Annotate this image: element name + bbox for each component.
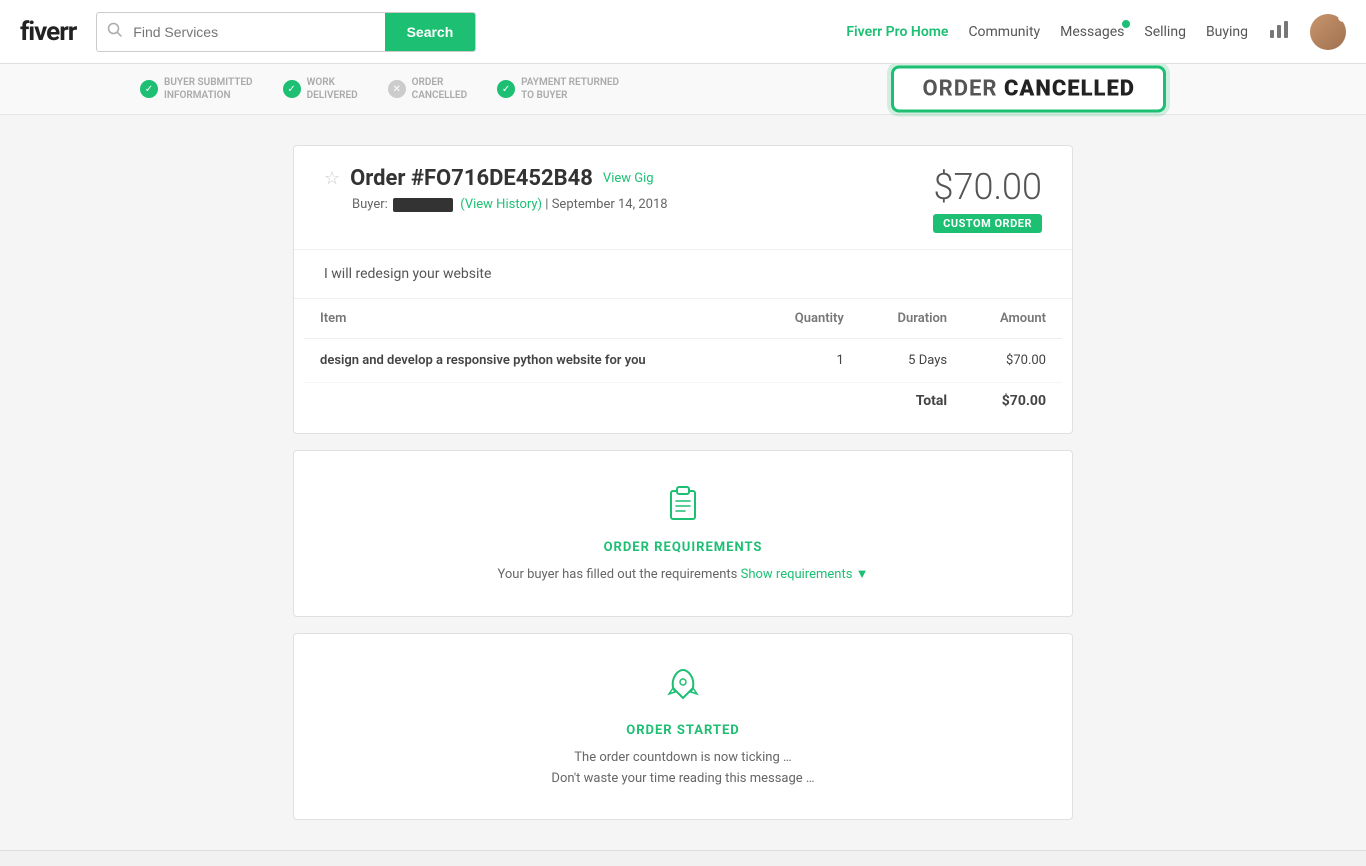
step-label-4: PAYMENT RETURNED TO BUYER: [521, 76, 619, 102]
show-requirements-link[interactable]: Show requirements ▼: [741, 567, 869, 582]
step-icon-1: ✓: [140, 80, 158, 98]
order-title-row: ☆ Order #FO716DE452B48 View Gig: [324, 166, 668, 191]
order-table: Item Quantity Duration Amount design and…: [304, 299, 1062, 423]
nav-selling[interactable]: Selling: [1144, 24, 1186, 40]
main-content: ☆ Order #FO716DE452B48 View Gig Buyer: (…: [273, 145, 1093, 820]
order-table-wrap: Item Quantity Duration Amount design and…: [294, 299, 1072, 433]
step-label-3: ORDER CANCELLED: [412, 76, 467, 102]
logo-text: fiverr: [20, 17, 76, 47]
avatar[interactable]: [1310, 14, 1346, 50]
step-icon-4: ✓: [497, 80, 515, 98]
order-card: ☆ Order #FO716DE452B48 View Gig Buyer: (…: [293, 145, 1073, 434]
nav-pro-home[interactable]: Fiverr Pro Home: [846, 24, 948, 40]
step-icon-2: ✓: [283, 80, 301, 98]
requirements-text-main: Your buyer has filled out the requiremen…: [497, 567, 737, 582]
started-line-2: Don't waste your time reading this messa…: [324, 769, 1042, 790]
rocket-icon: [324, 664, 1042, 713]
row-item-name: design and develop a responsive python w…: [304, 339, 757, 383]
order-meta: Buyer: (View History) | September 14, 20…: [352, 197, 668, 212]
buyer-name-redacted: [393, 198, 453, 212]
row-duration: 5 Days: [860, 339, 963, 383]
order-started-text: The order countdown is now ticking … Don…: [324, 748, 1042, 790]
order-description: I will redesign your website: [294, 250, 1072, 299]
total-label: Total: [860, 383, 963, 424]
view-history-link[interactable]: (View History): [460, 197, 542, 212]
order-info-left: ☆ Order #FO716DE452B48 View Gig Buyer: (…: [324, 166, 668, 212]
status-step-3: ✕ ORDER CANCELLED: [388, 76, 467, 102]
step-label-1: BUYER SUBMITTED INFORMATION: [164, 76, 253, 102]
col-header-amount: Amount: [963, 299, 1062, 339]
search-bar: Search: [96, 12, 476, 52]
status-step-2: ✓ WORK DELIVERED: [283, 76, 358, 102]
nav-messages[interactable]: Messages: [1060, 24, 1124, 40]
favorite-star-icon[interactable]: ☆: [324, 168, 340, 189]
table-row: design and develop a responsive python w…: [304, 339, 1062, 383]
total-row: Total $70.00: [304, 383, 1062, 424]
col-header-duration: Duration: [860, 299, 963, 339]
order-started-card: ORDER STARTED The order countdown is now…: [293, 633, 1073, 821]
order-date: September 14, 2018: [552, 197, 668, 212]
analytics-icon[interactable]: [1268, 18, 1290, 45]
order-cancelled-badge: ORDER CANCELLED: [891, 66, 1166, 113]
search-button[interactable]: Search: [385, 12, 476, 52]
avatar-notification-badge: [1338, 14, 1346, 22]
logo[interactable]: fiverr: [20, 17, 76, 47]
cancelled-main: CANCELLED: [1004, 77, 1135, 102]
search-icon: [97, 22, 133, 42]
status-bar: ✓ BUYER SUBMITTED INFORMATION ✓ WORK DEL…: [0, 64, 1366, 115]
row-quantity: 1: [757, 339, 860, 383]
requirements-title: ORDER REQUIREMENTS: [324, 540, 1042, 555]
view-gig-link[interactable]: View Gig: [603, 171, 654, 186]
step-icon-3: ✕: [388, 80, 406, 98]
row-amount: $70.00: [963, 339, 1062, 383]
col-header-item: Item: [304, 299, 757, 339]
clipboard-icon: [324, 481, 1042, 530]
total-value: $70.00: [963, 383, 1062, 424]
order-header: ☆ Order #FO716DE452B48 View Gig Buyer: (…: [294, 146, 1072, 250]
buyer-label: Buyer:: [352, 197, 388, 212]
col-header-quantity: Quantity: [757, 299, 860, 339]
header: fiverr Search Fiverr Pro Home Community …: [0, 0, 1366, 64]
status-step-1: ✓ BUYER SUBMITTED INFORMATION: [140, 76, 253, 102]
step-label-2: WORK DELIVERED: [307, 76, 358, 102]
order-info-right: $70.00 CUSTOM ORDER: [933, 166, 1042, 233]
nav-buying[interactable]: Buying: [1206, 24, 1248, 40]
started-line-1: The order countdown is now ticking …: [324, 748, 1042, 769]
total-spacer: [304, 383, 860, 424]
cancelled-prefix: ORDER: [922, 77, 997, 102]
header-nav: Fiverr Pro Home Community Messages Selli…: [846, 14, 1346, 50]
requirements-card: ORDER REQUIREMENTS Your buyer has filled…: [293, 450, 1073, 617]
order-number: Order #FO716DE452B48: [350, 166, 593, 191]
search-input[interactable]: [133, 24, 384, 40]
order-started-title: ORDER STARTED: [324, 723, 1042, 738]
scrollbar-area: [0, 850, 1366, 866]
status-step-4: ✓ PAYMENT RETURNED TO BUYER: [497, 76, 619, 102]
order-price: $70.00: [933, 166, 1042, 208]
requirements-text: Your buyer has filled out the requiremen…: [324, 565, 1042, 586]
nav-community[interactable]: Community: [968, 24, 1040, 40]
custom-order-badge: CUSTOM ORDER: [933, 214, 1042, 233]
